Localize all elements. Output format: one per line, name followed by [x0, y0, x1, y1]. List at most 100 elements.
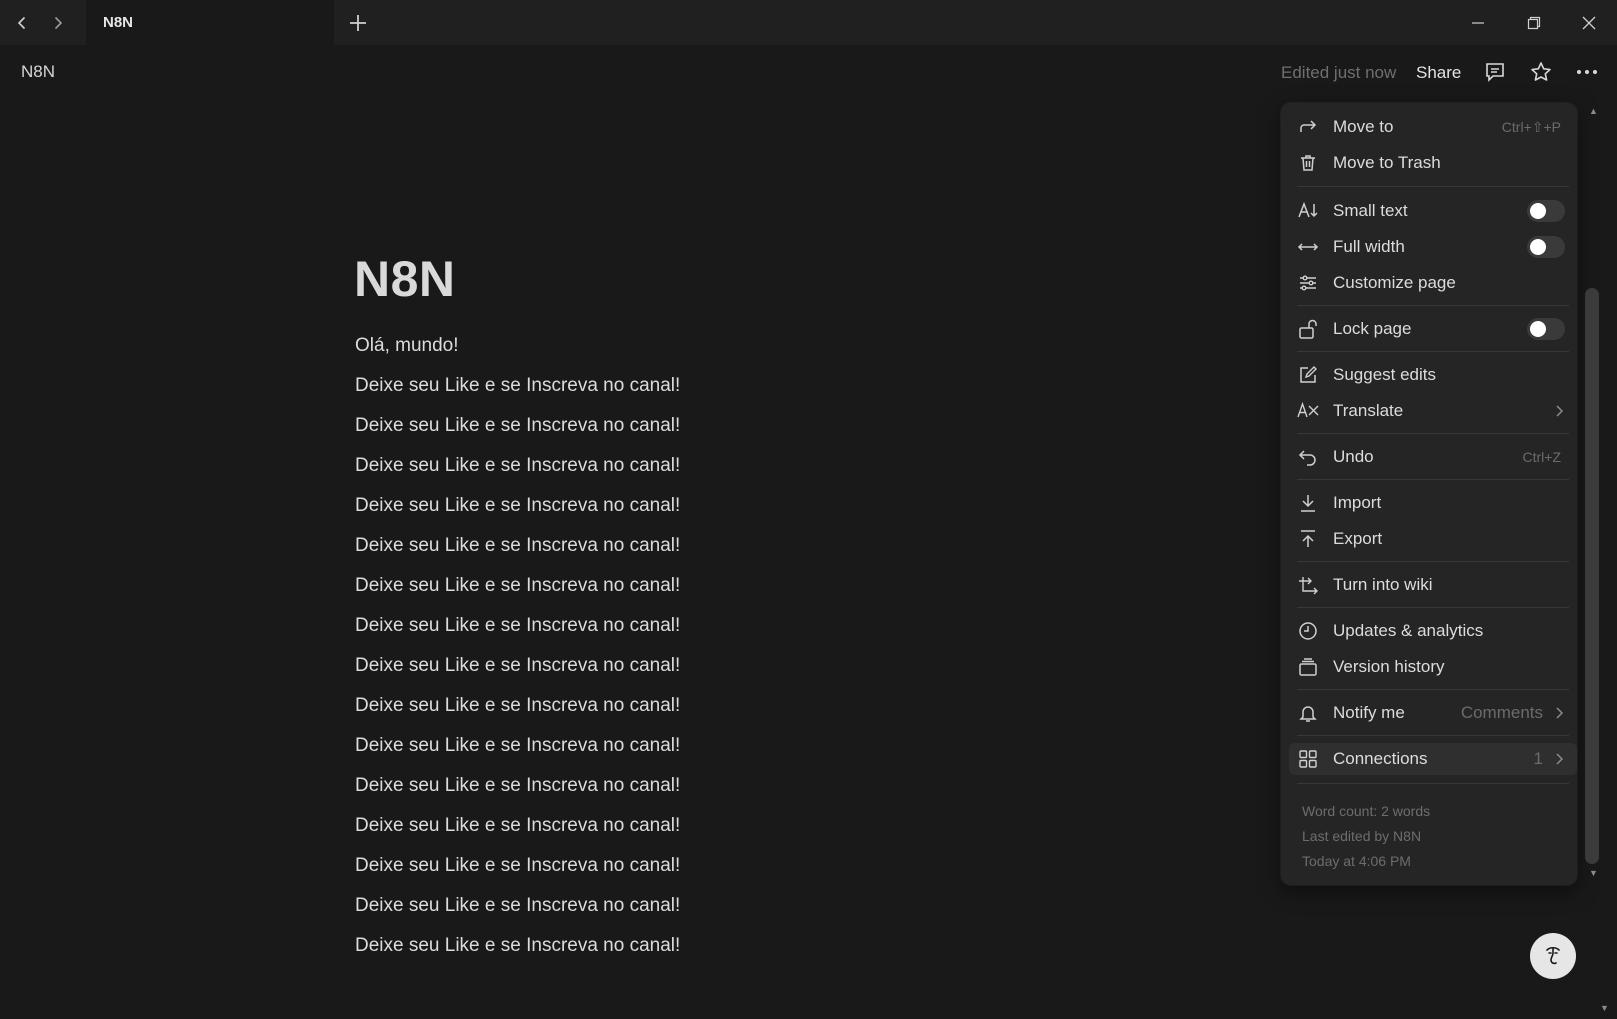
full-width-toggle[interactable]: [1527, 236, 1565, 258]
text-block[interactable]: Deixe seu Like e se Inscreva no canal!: [355, 614, 915, 654]
wiki-convert-icon: [1297, 574, 1319, 596]
text-block[interactable]: Deixe seu Like e se Inscreva no canal!: [355, 854, 915, 894]
menu-item-move-to[interactable]: Move to Ctrl+⇧+P: [1297, 111, 1569, 143]
text-block[interactable]: Deixe seu Like e se Inscreva no canal!: [355, 774, 915, 814]
menu-item-label: Translate: [1333, 401, 1404, 420]
restore-button[interactable]: [1506, 0, 1562, 45]
small-text-toggle[interactable]: [1527, 200, 1565, 222]
text-block[interactable]: Deixe seu Like e se Inscreva no canal!: [355, 494, 915, 534]
download-icon: [1297, 492, 1319, 514]
menu-item-label: Suggest edits: [1333, 365, 1437, 384]
page-scroll-down-arrow[interactable]: ▼: [1600, 1003, 1609, 1013]
text-block[interactable]: Deixe seu Like e se Inscreva no canal!: [355, 454, 915, 494]
shortcut-hint: Ctrl+⇧+P: [1501, 118, 1561, 135]
ai-face-icon: [1546, 946, 1560, 965]
text-block[interactable]: Deixe seu Like e se Inscreva no canal!: [355, 934, 915, 974]
chevron-left-icon: [17, 16, 26, 29]
tab-n8n[interactable]: N8N: [86, 0, 334, 45]
menu-item-label: Small text: [1333, 201, 1408, 220]
menu-item-customize-page[interactable]: Customize page: [1297, 267, 1569, 299]
arrows-horizontal-icon: [1297, 236, 1319, 258]
text-block[interactable]: Deixe seu Like e se Inscreva no canal!: [355, 814, 915, 854]
menu-item-translate[interactable]: Translate: [1297, 395, 1569, 427]
shortcut-hint: Ctrl+Z: [1522, 449, 1562, 465]
share-button[interactable]: Share: [1416, 63, 1461, 83]
menu-item-label: Export: [1333, 529, 1383, 548]
page-content: Olá, mundo! Deixe seu Like e se Inscreva…: [355, 334, 915, 974]
ai-assistant-button[interactable]: [1530, 933, 1576, 979]
comments-button[interactable]: [1481, 58, 1509, 86]
text-block[interactable]: Olá, mundo!: [355, 334, 915, 374]
undo-icon: [1297, 446, 1319, 468]
menu-item-import[interactable]: Import: [1297, 487, 1569, 519]
sliders-icon: [1297, 272, 1319, 294]
divider: [1297, 735, 1569, 736]
font-size-down-icon: [1297, 200, 1319, 222]
menu-item-notify-me[interactable]: Notify me Comments: [1297, 697, 1569, 729]
menu-item-suggest-edits[interactable]: Suggest edits: [1297, 359, 1569, 391]
menu-item-undo[interactable]: Undo Ctrl+Z: [1297, 441, 1569, 473]
divider: [1297, 186, 1569, 187]
tab-title: N8N: [103, 14, 134, 31]
back-button[interactable]: [4, 0, 40, 45]
divider: [1297, 433, 1569, 434]
page-options-menu: Move to Ctrl+⇧+P Move to Trash Small tex…: [1281, 103, 1577, 885]
more-options-button[interactable]: [1573, 58, 1601, 86]
favorite-button[interactable]: [1527, 58, 1555, 86]
menu-item-updates-analytics[interactable]: Updates & analytics: [1297, 615, 1569, 647]
restore-icon: [1527, 16, 1541, 29]
divider: [1297, 561, 1569, 562]
menu-item-connections[interactable]: Connections 1: [1289, 743, 1577, 775]
plus-icon: [350, 14, 366, 31]
menu-item-full-width[interactable]: Full width: [1297, 231, 1569, 263]
menu-item-small-text[interactable]: Small text: [1297, 195, 1569, 227]
menu-item-label: Undo: [1333, 447, 1374, 466]
unlock-icon: [1297, 318, 1319, 340]
minimize-icon: [1472, 21, 1484, 24]
menu-item-lock-page[interactable]: Lock page: [1297, 313, 1569, 345]
text-block[interactable]: Deixe seu Like e se Inscreva no canal!: [355, 734, 915, 774]
edited-status: Edited just now: [1281, 63, 1397, 82]
text-block[interactable]: Deixe seu Like e se Inscreva no canal!: [355, 374, 915, 414]
last-edited-by: Last edited by N8N: [1302, 828, 1422, 844]
last-edited-time: Today at 4:06 PM: [1302, 853, 1411, 869]
menu-item-label: Move to: [1333, 117, 1394, 136]
menu-item-export[interactable]: Export: [1297, 523, 1569, 555]
word-count: Word count: 2 words: [1302, 803, 1431, 819]
close-window-button[interactable]: [1561, 0, 1617, 45]
menu-item-label: Full width: [1333, 237, 1405, 256]
text-block[interactable]: Deixe seu Like e se Inscreva no canal!: [355, 654, 915, 694]
forward-button[interactable]: [40, 0, 76, 45]
grid-icon: [1297, 748, 1319, 770]
star-icon: [1531, 62, 1551, 81]
breadcrumb[interactable]: N8N: [21, 62, 55, 82]
chevron-right-icon: [1555, 404, 1565, 418]
scroll-down-arrow[interactable]: ▼: [1589, 868, 1598, 878]
menu-item-label: Updates & analytics: [1333, 621, 1484, 640]
menu-item-label: Move to Trash: [1333, 153, 1441, 172]
minimize-button[interactable]: [1450, 0, 1506, 45]
menu-item-version-history[interactable]: Version history: [1297, 651, 1569, 683]
menu-item-move-to-trash[interactable]: Move to Trash: [1297, 147, 1569, 179]
menu-item-turn-into-wiki[interactable]: Turn into wiki: [1297, 569, 1569, 601]
trash-icon: [1297, 152, 1319, 174]
divider: [1297, 305, 1569, 306]
text-block[interactable]: Deixe seu Like e se Inscreva no canal!: [355, 694, 915, 734]
bell-icon: [1297, 702, 1319, 724]
menu-scrollbar-thumb[interactable]: [1585, 288, 1599, 864]
text-block[interactable]: Deixe seu Like e se Inscreva no canal!: [355, 534, 915, 574]
text-block[interactable]: Deixe seu Like e se Inscreva no canal!: [355, 574, 915, 614]
suggest-edit-icon: [1297, 364, 1319, 386]
text-block[interactable]: Deixe seu Like e se Inscreva no canal!: [355, 414, 915, 454]
page-title[interactable]: N8N: [354, 250, 456, 308]
menu-item-label: Import: [1333, 493, 1382, 512]
new-tab-button[interactable]: [344, 0, 372, 45]
lock-page-toggle[interactable]: [1527, 318, 1565, 340]
scroll-up-arrow[interactable]: ▲: [1589, 106, 1598, 116]
text-block[interactable]: Deixe seu Like e se Inscreva no canal!: [355, 894, 915, 934]
close-icon: [1582, 16, 1596, 29]
menu-item-label: Notify me: [1333, 703, 1405, 722]
menu-item-label: Lock page: [1333, 319, 1412, 338]
comment-icon: [1486, 63, 1504, 82]
chevron-right-icon: [1555, 752, 1565, 766]
